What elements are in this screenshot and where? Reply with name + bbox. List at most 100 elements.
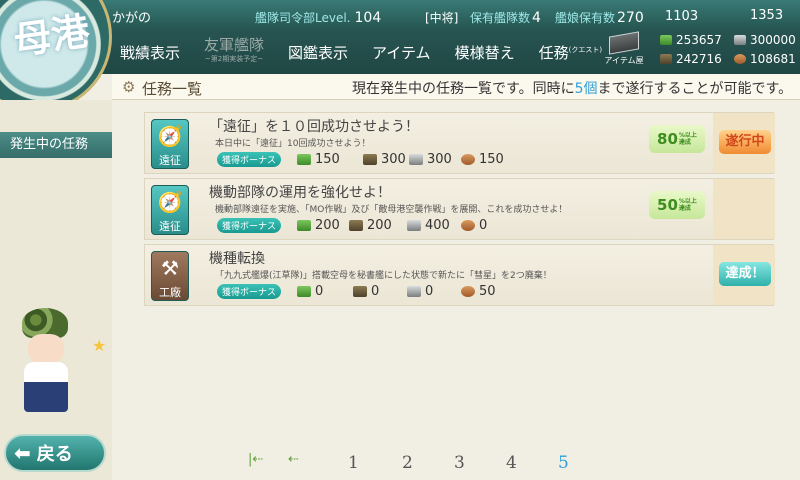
ammo-value: 242716: [676, 52, 722, 66]
fuel-icon: [297, 154, 311, 165]
fuel-icon: [297, 286, 311, 297]
tab-active-quests[interactable]: 発生中の任務: [0, 132, 112, 158]
hammer-icon: ⚒: [161, 256, 179, 280]
bauxite-value: 108681: [750, 52, 796, 66]
progress-value: 50: [657, 196, 678, 214]
gear-icon: ⚙: [122, 78, 136, 96]
reward-fuel-value: 150: [315, 152, 340, 167]
page-2[interactable]: 2: [402, 453, 413, 473]
nav-items[interactable]: アイテム: [372, 42, 431, 63]
page-4[interactable]: 4: [506, 453, 517, 473]
ship-count-label: 艦娘保有数: [555, 11, 616, 25]
progress-badge: 80 %以上 達成: [649, 125, 705, 153]
status-badge[interactable]: 遂行中: [719, 130, 771, 154]
progress-value: 80: [657, 130, 678, 148]
nav-quest-label: 任務: [538, 43, 569, 62]
page-3[interactable]: 3: [454, 453, 465, 473]
bauxite-icon: [461, 220, 475, 231]
steel-icon: [734, 35, 746, 45]
back-button-label: 戻る: [36, 444, 73, 465]
first-page-icon[interactable]: |⇠: [248, 452, 263, 467]
fuel-icon: [297, 220, 311, 231]
quest-list-header: ⚙ 任務一覧 現在発生中の任務一覧です。同時に5個まで遂行することが可能です。: [112, 74, 800, 100]
reward-steel-value: 0: [425, 284, 434, 299]
quest-item[interactable]: ⚒ 工廠 機種転換 「九九式艦爆(江草隊)」搭載空母を秘書艦にした状態で新たに「彗…: [144, 244, 775, 306]
reward-bauxite-value: 150: [479, 152, 504, 167]
fuel-value: 253657: [676, 33, 722, 47]
item-shop-icon: [609, 31, 639, 55]
steel-value: 300000: [750, 33, 796, 47]
reward-ammo: 200: [349, 218, 392, 233]
back-button[interactable]: ⬅ 戻る: [4, 434, 106, 472]
quest-item[interactable]: 🧭 遠征 機動部隊の運用を強化せよ！ 機動部隊遠征を実施、「MO作戦」及び「敵母港…: [144, 178, 775, 240]
reward-ammo: 0: [353, 284, 379, 299]
quest-title: 機種転換: [209, 251, 265, 267]
quest-category-badge: ⚒ 工廠: [151, 251, 189, 301]
reward-ammo: 300: [363, 152, 406, 167]
pagination: |⇠ ⇠ 1 2 3 4 5: [240, 450, 600, 476]
nav-furniture[interactable]: 模様替え: [455, 42, 515, 63]
item-shop-button[interactable]: アイテム屋: [600, 31, 648, 70]
progress-suffix-top: %以上: [678, 198, 697, 205]
resource-panel: 253657 300000 242716 108681: [658, 32, 800, 72]
reward-steel-value: 400: [425, 218, 450, 233]
quest-item[interactable]: 🧭 遠征 「遠征」を１０回成功させよう！ 本日中に「遠征」10回成功させよう！ 獲…: [144, 112, 775, 174]
bucket-icon: [652, 8, 662, 20]
page-1[interactable]: 1: [348, 453, 359, 473]
notice-highlight: 5個: [574, 81, 598, 97]
nav-record[interactable]: 戦績表示: [120, 42, 180, 63]
reward-ammo-value: 300: [381, 152, 406, 167]
bauxite-icon: [461, 154, 475, 165]
complete-button[interactable]: 達成！: [719, 262, 771, 286]
reward-bauxite: 50: [461, 284, 496, 299]
steel-icon: [409, 154, 423, 165]
bauxite-icon: [461, 286, 475, 297]
quest-category-label: 工廠: [159, 286, 181, 299]
progress-suffix-top: %以上: [678, 132, 697, 139]
fleet-count: 保有艦隊数 4: [470, 9, 541, 26]
steel-resource: 300000: [734, 33, 796, 47]
ammo-icon: [363, 154, 377, 165]
torch-icon: [732, 9, 746, 19]
bauxite-icon: [734, 54, 746, 64]
page-5[interactable]: 5: [558, 453, 569, 473]
item-shop-label: アイテム屋: [604, 56, 644, 65]
notice-text-before: 現在発生中の任務一覧です。同時に: [352, 81, 575, 97]
reward-steel-value: 300: [427, 152, 452, 167]
hq-level-label: 艦隊司令部Level.: [255, 11, 351, 25]
back-arrow-icon: ⬅: [14, 441, 31, 465]
character-face: [28, 334, 64, 364]
hq-level-value: 104: [354, 10, 382, 26]
nav-friend-fleet: 友軍艦隊 ~第2期実装予定~: [204, 38, 264, 66]
torch-value: 1353: [750, 8, 784, 23]
reward-bauxite-value: 50: [479, 284, 496, 299]
reward-fuel: 200: [297, 218, 340, 233]
home-port-emblem[interactable]: 母港: [0, 0, 112, 112]
emblem-text: 母港: [10, 8, 93, 64]
bauxite-resource: 108681: [734, 52, 796, 66]
reward-fuel: 150: [297, 152, 340, 167]
progress-suffix-bottom: 達成: [678, 139, 691, 146]
reward-ammo-value: 200: [367, 218, 392, 233]
secretary-ship-character[interactable]: ★: [10, 300, 106, 430]
admiral-name: かがの: [112, 11, 152, 26]
quest-title: 機動部隊の運用を強化せよ！: [209, 185, 391, 201]
nav-quest[interactable]: 任務(クエスト): [539, 42, 602, 63]
reward-bauxite-value: 0: [479, 218, 488, 233]
reward-fuel: 0: [297, 284, 323, 299]
ship-count: 艦娘保有数 270: [555, 9, 644, 26]
fleet-count-label: 保有艦隊数: [470, 11, 531, 25]
reward-ammo-value: 0: [371, 284, 380, 299]
nav-album[interactable]: 図鑑表示: [288, 42, 348, 63]
prev-page-icon[interactable]: ⇠: [288, 452, 299, 467]
reward-fuel-value: 0: [315, 284, 324, 299]
progress-badge: 50 %以上 達成: [649, 191, 705, 219]
quest-category-badge: 🧭 遠征: [151, 185, 189, 235]
fuel-resource: 253657: [660, 33, 722, 47]
page-title: 任務一覧: [142, 80, 203, 98]
hq-level: 艦隊司令部Level. 104: [255, 9, 381, 26]
quest-title: 「遠征」を１０回成功させよう！: [209, 119, 419, 135]
nav-friend-fleet-sub: ~第2期実装予定~: [204, 55, 264, 63]
steel-icon: [407, 220, 421, 231]
reward-steel: 0: [407, 284, 433, 299]
